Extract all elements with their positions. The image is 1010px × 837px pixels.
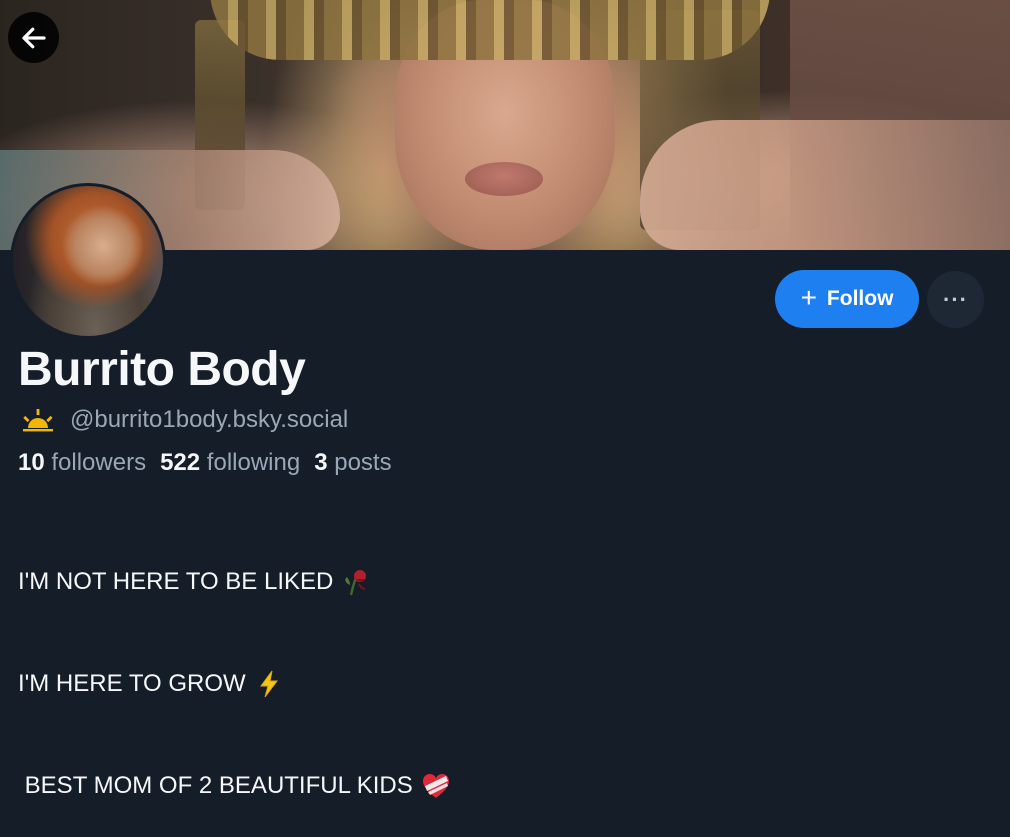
posts-stat: 3 posts: [314, 449, 391, 477]
profile-banner[interactable]: [0, 0, 1010, 250]
banner-headpiece: [210, 0, 770, 60]
followers-label: followers: [51, 449, 147, 476]
following-stat[interactable]: 522 following: [160, 449, 300, 477]
banner-lips: [465, 162, 543, 196]
banner-arm-right: [640, 120, 1010, 250]
posts-count: 3: [314, 449, 328, 476]
display-name: Burrito Body: [18, 343, 306, 396]
handle-row: @burrito1body.bsky.social: [20, 404, 348, 436]
following-label: following: [206, 449, 301, 476]
following-count: 522: [160, 449, 201, 476]
plus-icon: +: [800, 281, 817, 313]
follow-button[interactable]: + Follow: [775, 270, 919, 328]
arrow-left-icon: [21, 27, 46, 48]
lightning-icon: [259, 670, 278, 698]
handle[interactable]: @burrito1body.bsky.social: [70, 406, 348, 434]
more-options-button[interactable]: ···: [927, 271, 984, 328]
followers-count: 10: [18, 449, 45, 476]
bio-line: BEST MOM OF 2 BEAUTIFUL KIDS: [18, 769, 451, 803]
profile-stats: 10 followers 522 following 3 posts: [18, 449, 392, 477]
bio-line-text: BEST MOM OF 2 BEAUTIFUL KIDS: [18, 772, 413, 799]
wilted-rose-icon: [345, 570, 367, 596]
posts-label: posts: [334, 449, 392, 476]
heart-bandaged-icon: [422, 774, 449, 798]
bio: I'M NOT HERE TO BE LIKED I'M HERE TO GRO…: [18, 497, 451, 837]
bio-line-text: I'M NOT HERE TO BE LIKED: [18, 568, 334, 595]
back-button[interactable]: [8, 12, 59, 63]
avatar[interactable]: [10, 183, 166, 339]
bio-line: I'M HERE TO GROW: [18, 667, 451, 701]
follow-label: Follow: [826, 287, 894, 310]
bio-line: I'M NOT HERE TO BE LIKED: [18, 565, 451, 599]
ellipsis-icon: ···: [943, 286, 968, 312]
sunrise-icon: [23, 409, 53, 432]
followers-stat[interactable]: 10 followers: [18, 449, 146, 477]
bio-line-text: I'M HERE TO GROW: [18, 670, 246, 697]
